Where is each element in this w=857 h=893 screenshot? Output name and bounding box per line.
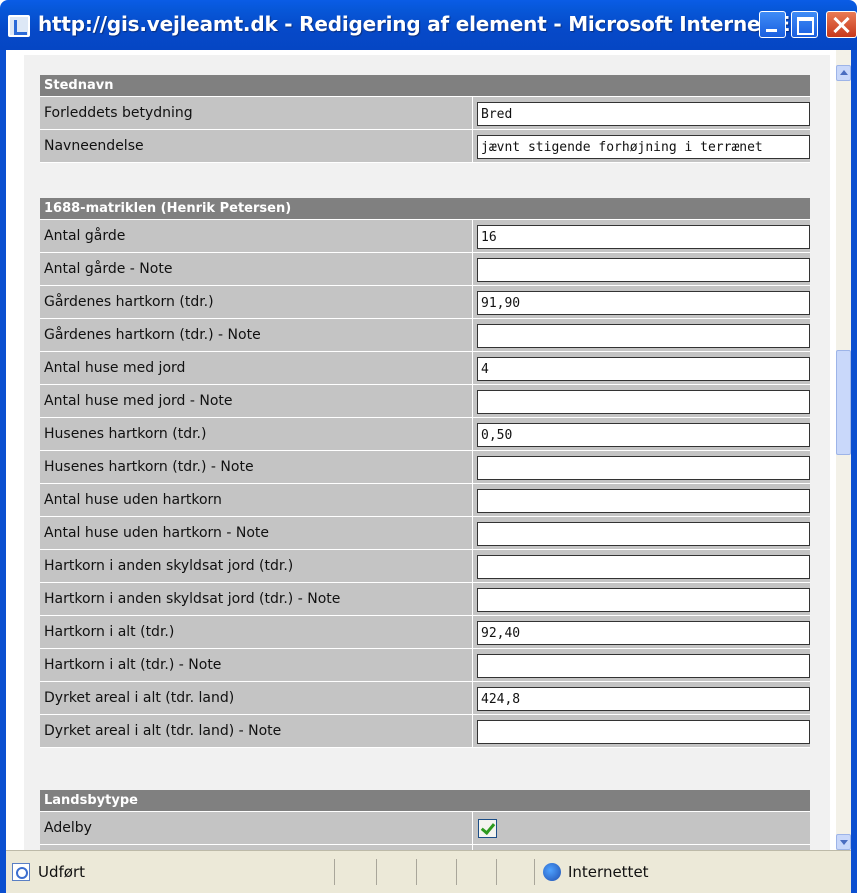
security-zone-label: Internettet [568, 863, 649, 881]
status-bar: Udført Internettet [6, 850, 851, 893]
status-text: Udført [38, 863, 86, 881]
antal-huse-med-jord-input[interactable] [477, 357, 810, 381]
dyrket-areal-input[interactable] [477, 687, 810, 711]
status-divider [376, 859, 377, 885]
section-header: Stednavn [40, 75, 810, 97]
form-row: Antal gårde - Note [40, 253, 810, 286]
page-content: Stednavn Forleddets betydning Navneendel… [6, 50, 836, 850]
antal-huse-uden-hartkorn-input[interactable] [477, 489, 810, 513]
status-divider [456, 859, 457, 885]
field-label: Dyrket areal i alt (tdr. land) - Note [40, 715, 473, 747]
hartkorn-i-alt-note-input[interactable] [477, 654, 810, 678]
form-row: Forleddets betydning [40, 97, 810, 130]
section-header: 1688-matriklen (Henrik Petersen) [40, 198, 810, 220]
field-label: Dyrket areal i alt (tdr. land) [40, 682, 473, 714]
field-label: Forleddets betydning [40, 97, 473, 129]
form-panel: Stednavn Forleddets betydning Navneendel… [24, 55, 830, 850]
window-titlebar[interactable]: http://gis.vejleamt.dk - Redigering af e… [0, 0, 857, 50]
gaardenes-hartkorn-note-input[interactable] [477, 324, 810, 348]
field-label: Navneendelse [40, 130, 473, 162]
field-label: Antal huse med jord - Note [40, 385, 473, 417]
form-row: Antal huse uden hartkorn - Note [40, 517, 810, 550]
form-row: Husenes hartkorn (tdr.) [40, 418, 810, 451]
navneendelse-input[interactable] [477, 135, 810, 159]
form-row: Antal gårde [40, 220, 810, 253]
form-row: Antal huse uden hartkorn [40, 484, 810, 517]
section-matrikel: 1688-matriklen (Henrik Petersen) Antal g… [40, 198, 810, 748]
field-label: Hartkorn i anden skyldsat jord (tdr.) - … [40, 583, 473, 615]
adelby-checkbox[interactable] [478, 819, 497, 838]
minimize-button[interactable] [759, 11, 786, 38]
vertical-scrollbar[interactable] [836, 50, 851, 850]
form-row: Hartkorn i alt (tdr.) [40, 616, 810, 649]
page-done-icon [12, 863, 30, 881]
ie-page-icon [8, 15, 30, 37]
maximize-button[interactable] [791, 11, 818, 38]
status-divider [334, 859, 335, 885]
section-header: Landsbytype [40, 790, 810, 812]
form-row: Antal huse med jord [40, 352, 810, 385]
window-title: http://gis.vejleamt.dk - Redigering af e… [38, 12, 813, 36]
field-label: Husenes hartkorn (tdr.) [40, 418, 473, 450]
form-row: Hartkorn i alt (tdr.) - Note [40, 649, 810, 682]
field-label: Adelby [40, 812, 473, 844]
antal-gaarde-note-input[interactable] [477, 258, 810, 282]
form-row: Gårdenes hartkorn (tdr.) [40, 286, 810, 319]
window-frame-right [851, 50, 857, 893]
close-button[interactable] [826, 11, 857, 38]
field-label: Gårdenes hartkorn (tdr.) - Note [40, 319, 473, 351]
field-label: Hartkorn i anden skyldsat jord (tdr.) [40, 550, 473, 582]
field-label: Hartkorn i alt (tdr.) [40, 616, 473, 648]
dyrket-areal-note-input[interactable] [477, 720, 810, 744]
form-row: Antal huse med jord - Note [40, 385, 810, 418]
form-row: Navneendelse [40, 130, 810, 163]
field-label: Antal huse med jord [40, 352, 473, 384]
field-label: Gårdenes hartkorn (tdr.) [40, 286, 473, 318]
husenes-hartkorn-input[interactable] [477, 423, 810, 447]
antal-gaarde-input[interactable] [477, 225, 810, 249]
form-row: Dyrket areal i alt (tdr. land) [40, 682, 810, 715]
form-row: Hartkorn i anden skyldsat jord (tdr.) [40, 550, 810, 583]
section-stednavn: Stednavn Forleddets betydning Navneendel… [40, 75, 810, 163]
status-divider [416, 859, 417, 885]
scroll-thumb[interactable] [836, 350, 851, 455]
gaardenes-hartkorn-input[interactable] [477, 291, 810, 315]
hartkorn-anden-jord-input[interactable] [477, 555, 810, 579]
field-label: Antal huse uden hartkorn - Note [40, 517, 473, 549]
forleddets-betydning-input[interactable] [477, 102, 810, 126]
field-label: Antal huse uden hartkorn [40, 484, 473, 516]
antal-huse-uden-hartkorn-note-input[interactable] [477, 522, 810, 546]
scroll-down-button[interactable] [836, 834, 851, 850]
hartkorn-i-alt-input[interactable] [477, 621, 810, 645]
field-label: Hartkorn i alt (tdr.) - Note [40, 649, 473, 681]
status-divider [496, 859, 497, 885]
field-label: Antal gårde [40, 220, 473, 252]
hartkorn-anden-jord-note-input[interactable] [477, 588, 810, 612]
section-landsbytype: Landsbytype Adelby [40, 790, 810, 850]
form-row: Hartkorn i anden skyldsat jord (tdr.) - … [40, 583, 810, 616]
form-row: Adelby [40, 812, 810, 845]
husenes-hartkorn-note-input[interactable] [477, 456, 810, 480]
internet-zone-icon [543, 863, 561, 881]
status-divider [534, 859, 535, 885]
field-label: Antal gårde - Note [40, 253, 473, 285]
field-label: Husenes hartkorn (tdr.) - Note [40, 451, 473, 483]
form-row: Dyrket areal i alt (tdr. land) - Note [40, 715, 810, 748]
form-row: Gårdenes hartkorn (tdr.) - Note [40, 319, 810, 352]
antal-huse-med-jord-note-input[interactable] [477, 390, 810, 414]
form-row: Husenes hartkorn (tdr.) - Note [40, 451, 810, 484]
scroll-up-button[interactable] [836, 65, 851, 81]
